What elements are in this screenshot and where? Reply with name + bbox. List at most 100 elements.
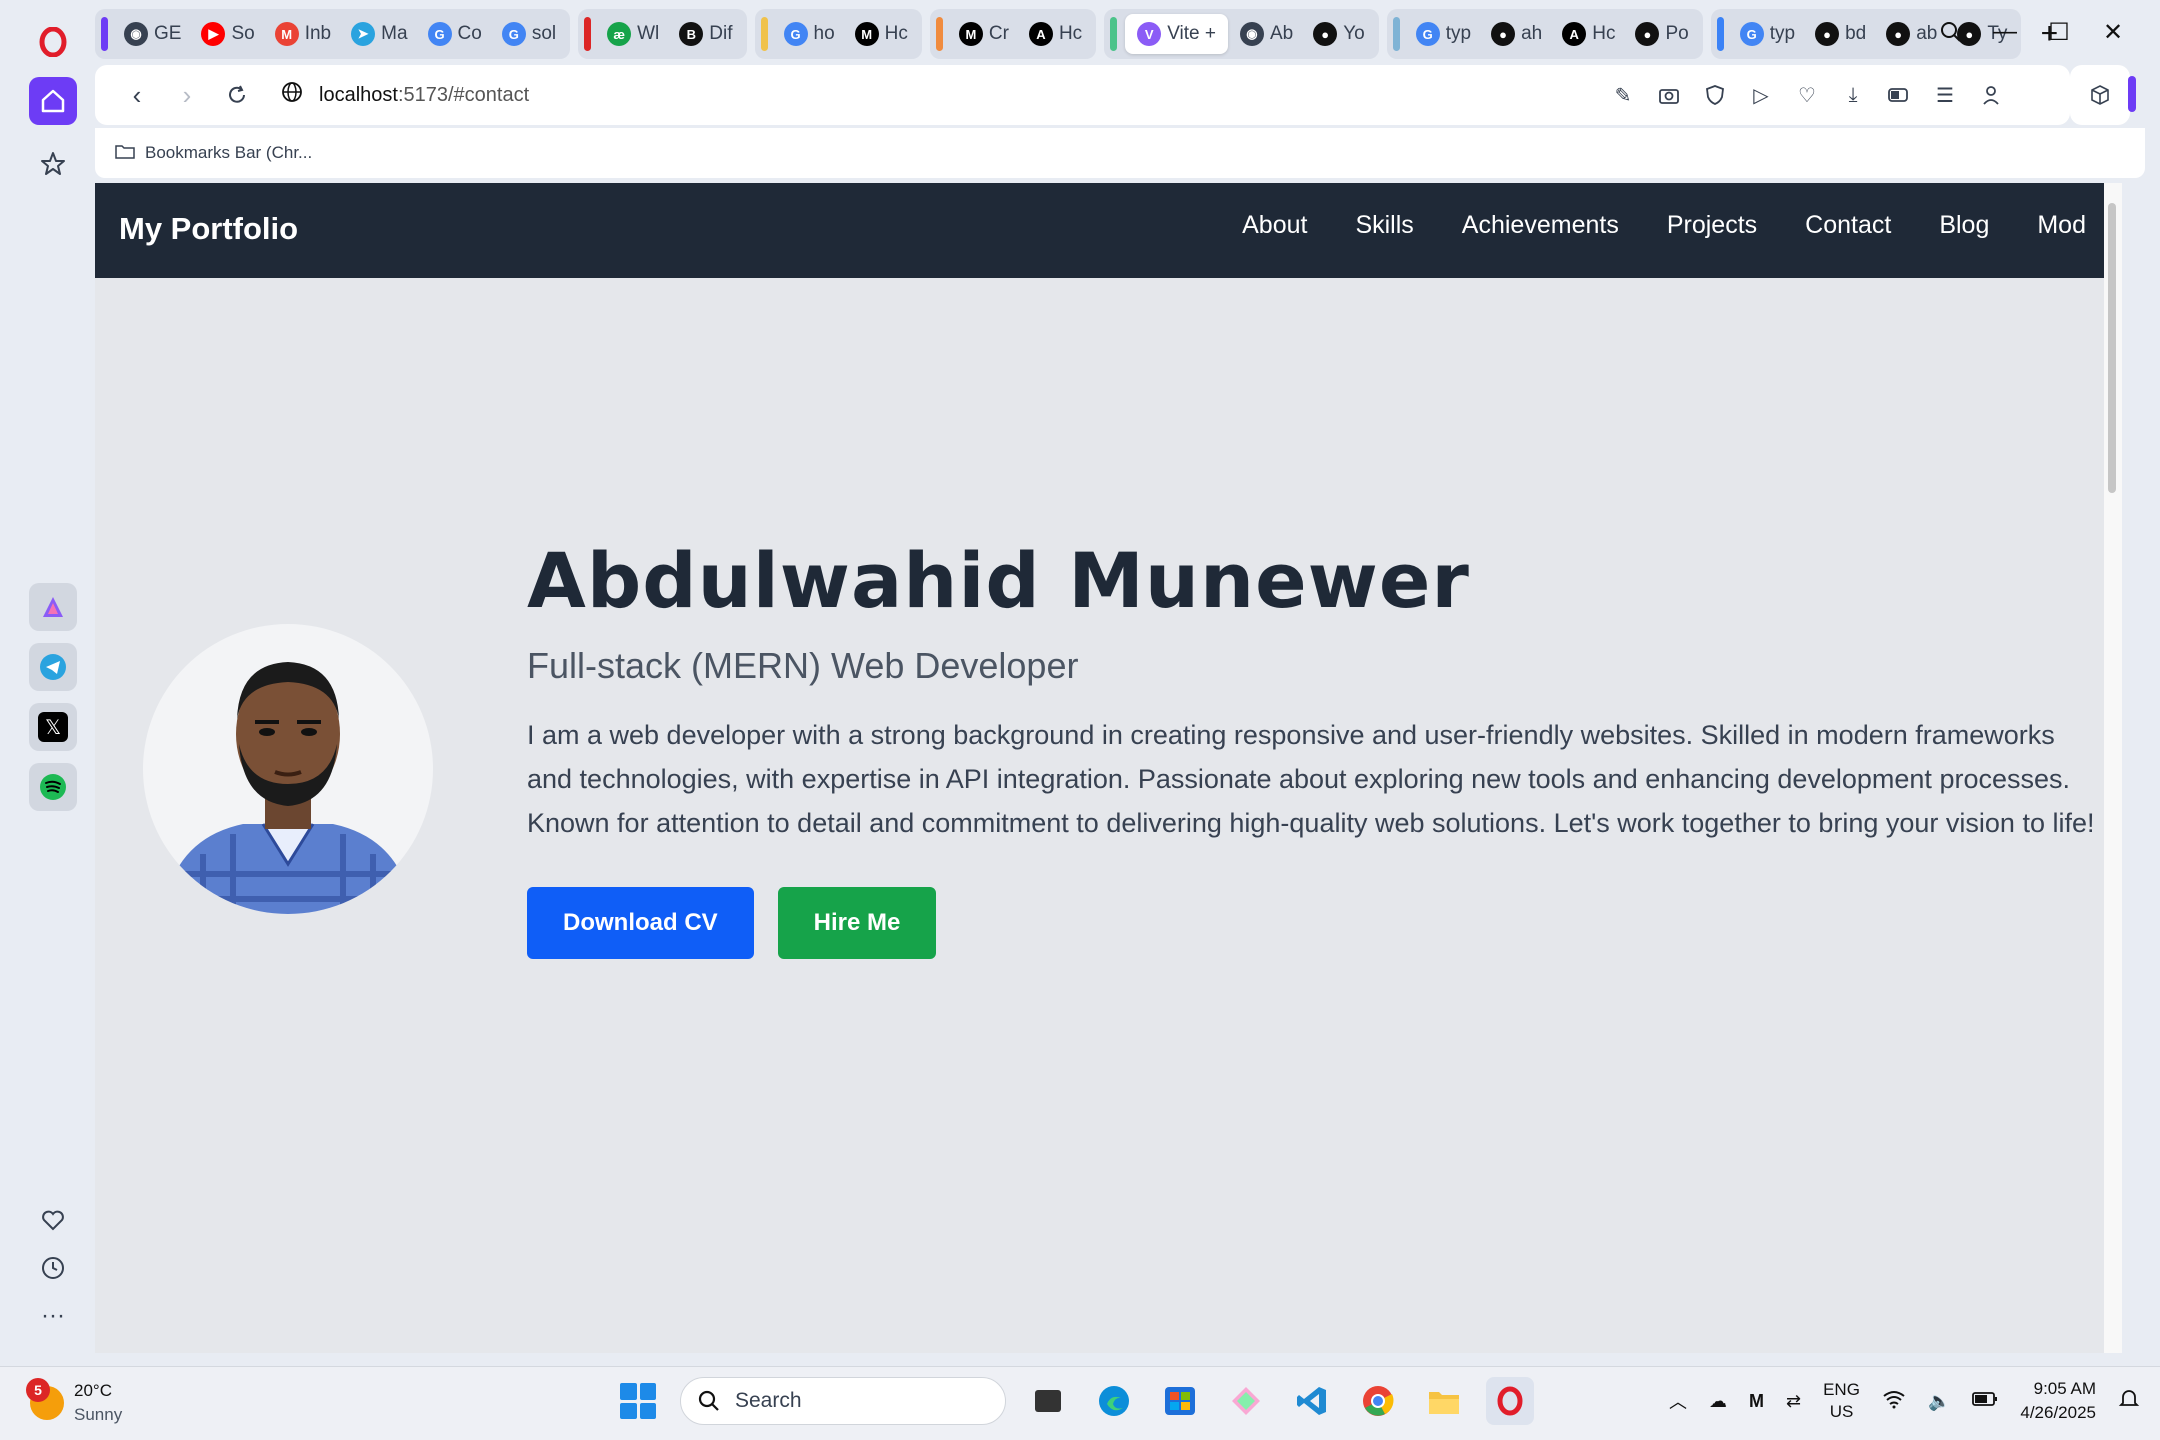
browser-tab[interactable]: M Inb xyxy=(267,14,339,54)
microsoft-store-icon[interactable] xyxy=(1156,1377,1204,1425)
download-icon[interactable]: ⤓ xyxy=(1834,73,1872,117)
browser-tab[interactable]: æ Wl xyxy=(599,14,667,54)
tab-group-color[interactable] xyxy=(935,17,943,51)
x-app-icon[interactable]: 𝕏 xyxy=(29,703,77,751)
minimize-icon[interactable]: — xyxy=(1978,12,2032,52)
history-clock-icon[interactable] xyxy=(29,1248,77,1288)
gmail-tray-icon[interactable]: M xyxy=(1749,1391,1764,1412)
tab-strip: ◉ GE ▶ So M Inb ➤ Ma G Co Gsol æ Wl B Dif Gho M Hc M Cr A Hc V… xyxy=(95,6,2160,62)
wifi-icon[interactable] xyxy=(1882,1389,1906,1414)
forward-button[interactable]: › xyxy=(165,73,209,117)
adblock-shield-icon[interactable] xyxy=(1696,73,1734,117)
folder-icon xyxy=(115,143,135,164)
tab-group-color[interactable] xyxy=(760,17,768,51)
bookmark-heart-icon[interactable]: ♡ xyxy=(1788,73,1826,117)
tab-group-color[interactable] xyxy=(584,17,592,51)
favorites-heart-icon[interactable] xyxy=(29,1200,77,1240)
browser-tab[interactable]: ● Po xyxy=(1627,14,1696,54)
home-icon[interactable] xyxy=(29,77,77,125)
profile-icon[interactable] xyxy=(1972,73,2010,117)
browser-tab[interactable]: ◉ Ab xyxy=(1232,14,1301,54)
speed-dial-star-icon[interactable] xyxy=(29,140,77,188)
nav-link-about[interactable]: About xyxy=(1242,211,1307,240)
page-scrollbar[interactable] xyxy=(2104,183,2122,1353)
language-indicator[interactable]: ENG US xyxy=(1823,1379,1860,1423)
search-tabs-icon[interactable] xyxy=(1924,12,1978,52)
hire-me-button[interactable]: Hire Me xyxy=(777,887,937,959)
network-settings-icon[interactable]: ⇄ xyxy=(1786,1391,1801,1412)
camera-snapshot-icon[interactable] xyxy=(1650,73,1688,117)
tab-group: æ Wl B Dif xyxy=(578,9,747,59)
nav-link-mod[interactable]: Mod xyxy=(2037,211,2086,240)
language-line1: ENG xyxy=(1823,1380,1860,1399)
tab-group-color[interactable] xyxy=(1392,17,1400,51)
snipping-tool-icon[interactable] xyxy=(1222,1377,1270,1425)
browser-tab[interactable]: Gho xyxy=(776,14,843,54)
opera-taskbar-icon[interactable] xyxy=(1486,1377,1534,1425)
browser-tab[interactable]: B Dif xyxy=(671,14,740,54)
browser-tab[interactable]: ▶ So xyxy=(193,14,262,54)
aria-app-icon[interactable] xyxy=(29,583,77,631)
browser-tab[interactable]: ➤ Ma xyxy=(343,14,415,54)
browser-tab[interactable]: ● Yo xyxy=(1305,14,1373,54)
tab-group-color[interactable] xyxy=(1110,17,1118,51)
send-flow-icon[interactable]: ▷ xyxy=(1742,73,1780,117)
close-icon[interactable]: ✕ xyxy=(2086,12,2140,52)
browser-tab[interactable]: Gtyp xyxy=(1408,14,1479,54)
tab-favicon-icon: ▶ xyxy=(201,22,226,46)
browser-tab[interactable]: ● bd xyxy=(1807,14,1874,54)
battery-icon[interactable] xyxy=(1972,1391,1998,1412)
taskbar: 5 20°C Sunny Search ︿ ☁ M ⇄ ENG US 🔈 9:0… xyxy=(0,1366,2160,1440)
notifications-icon[interactable] xyxy=(2118,1388,2140,1415)
vscode-icon[interactable] xyxy=(1288,1377,1336,1425)
taskbar-search[interactable]: Search xyxy=(680,1377,1006,1425)
browser-tab[interactable]: M Cr xyxy=(951,14,1017,54)
url-field[interactable]: localhost:5173/#contact xyxy=(281,81,529,109)
chrome-icon[interactable] xyxy=(1354,1377,1402,1425)
onedrive-icon[interactable]: ☁ xyxy=(1709,1391,1727,1412)
weather-widget[interactable]: 5 20°C Sunny xyxy=(26,1378,122,1427)
nav-link-contact[interactable]: Contact xyxy=(1805,211,1891,240)
telegram-app-icon[interactable] xyxy=(29,643,77,691)
browser-tab[interactable]: Gtyp xyxy=(1732,14,1803,54)
opera-logo-icon[interactable] xyxy=(29,18,77,66)
spotify-app-icon[interactable] xyxy=(29,763,77,811)
nav-link-skills[interactable]: Skills xyxy=(1355,211,1413,240)
tab-group-color[interactable] xyxy=(101,17,108,51)
bookmarks-folder[interactable]: Bookmarks Bar (Chr... xyxy=(145,143,312,163)
battery-saver-icon[interactable] xyxy=(1880,73,1918,117)
browser-tab[interactable]: ● ah xyxy=(1483,14,1550,54)
browser-tab[interactable]: G Co xyxy=(420,14,490,54)
nav-link-achievements[interactable]: Achievements xyxy=(1462,211,1619,240)
download-cv-button[interactable]: Download CV xyxy=(527,887,754,959)
reload-button[interactable] xyxy=(215,73,259,117)
volume-icon[interactable]: 🔈 xyxy=(1928,1391,1950,1412)
tab-favicon-icon: ● xyxy=(1886,22,1911,46)
browser-tab[interactable]: A Hc xyxy=(1021,14,1090,54)
edit-icon[interactable]: ✎ xyxy=(1604,73,1642,117)
easy-setup-icon[interactable]: ☰ xyxy=(1926,73,1964,117)
nav-link-blog[interactable]: Blog xyxy=(1939,211,1989,240)
system-clock[interactable]: 9:05 AM 4/26/2025 xyxy=(2020,1377,2096,1425)
browser-tab[interactable]: M Hc xyxy=(847,14,916,54)
browser-tab[interactable]: A Hc xyxy=(1554,14,1623,54)
edge-browser-icon[interactable] xyxy=(1090,1377,1138,1425)
site-info-globe-icon[interactable] xyxy=(281,81,303,109)
window-controls: — ☐ ✕ xyxy=(1924,12,2140,52)
browser-tab[interactable]: Gsol xyxy=(494,14,564,54)
show-hidden-icons-chevron-icon[interactable]: ︿ xyxy=(1669,1388,1687,1414)
scrollbar-thumb[interactable] xyxy=(2108,203,2116,493)
task-view-icon[interactable] xyxy=(1024,1377,1072,1425)
nav-link-projects[interactable]: Projects xyxy=(1667,211,1757,240)
site-nav-links: About Skills Achievements Projects Conta… xyxy=(1242,211,2086,240)
file-explorer-icon[interactable] xyxy=(1420,1377,1468,1425)
tab-group-color[interactable] xyxy=(1716,17,1724,51)
extensions-cube-icon[interactable] xyxy=(2070,65,2130,125)
back-button[interactable]: ‹ xyxy=(115,73,159,117)
browser-tab[interactable]: ◉ GE xyxy=(116,14,189,54)
maximize-icon[interactable]: ☐ xyxy=(2032,12,2086,52)
windows-start-icon[interactable] xyxy=(614,1377,662,1425)
site-brand[interactable]: My Portfolio xyxy=(119,211,298,247)
browser-tab[interactable]: V Vite + xyxy=(1125,14,1228,54)
more-dots-icon[interactable]: ··· xyxy=(29,1296,77,1336)
